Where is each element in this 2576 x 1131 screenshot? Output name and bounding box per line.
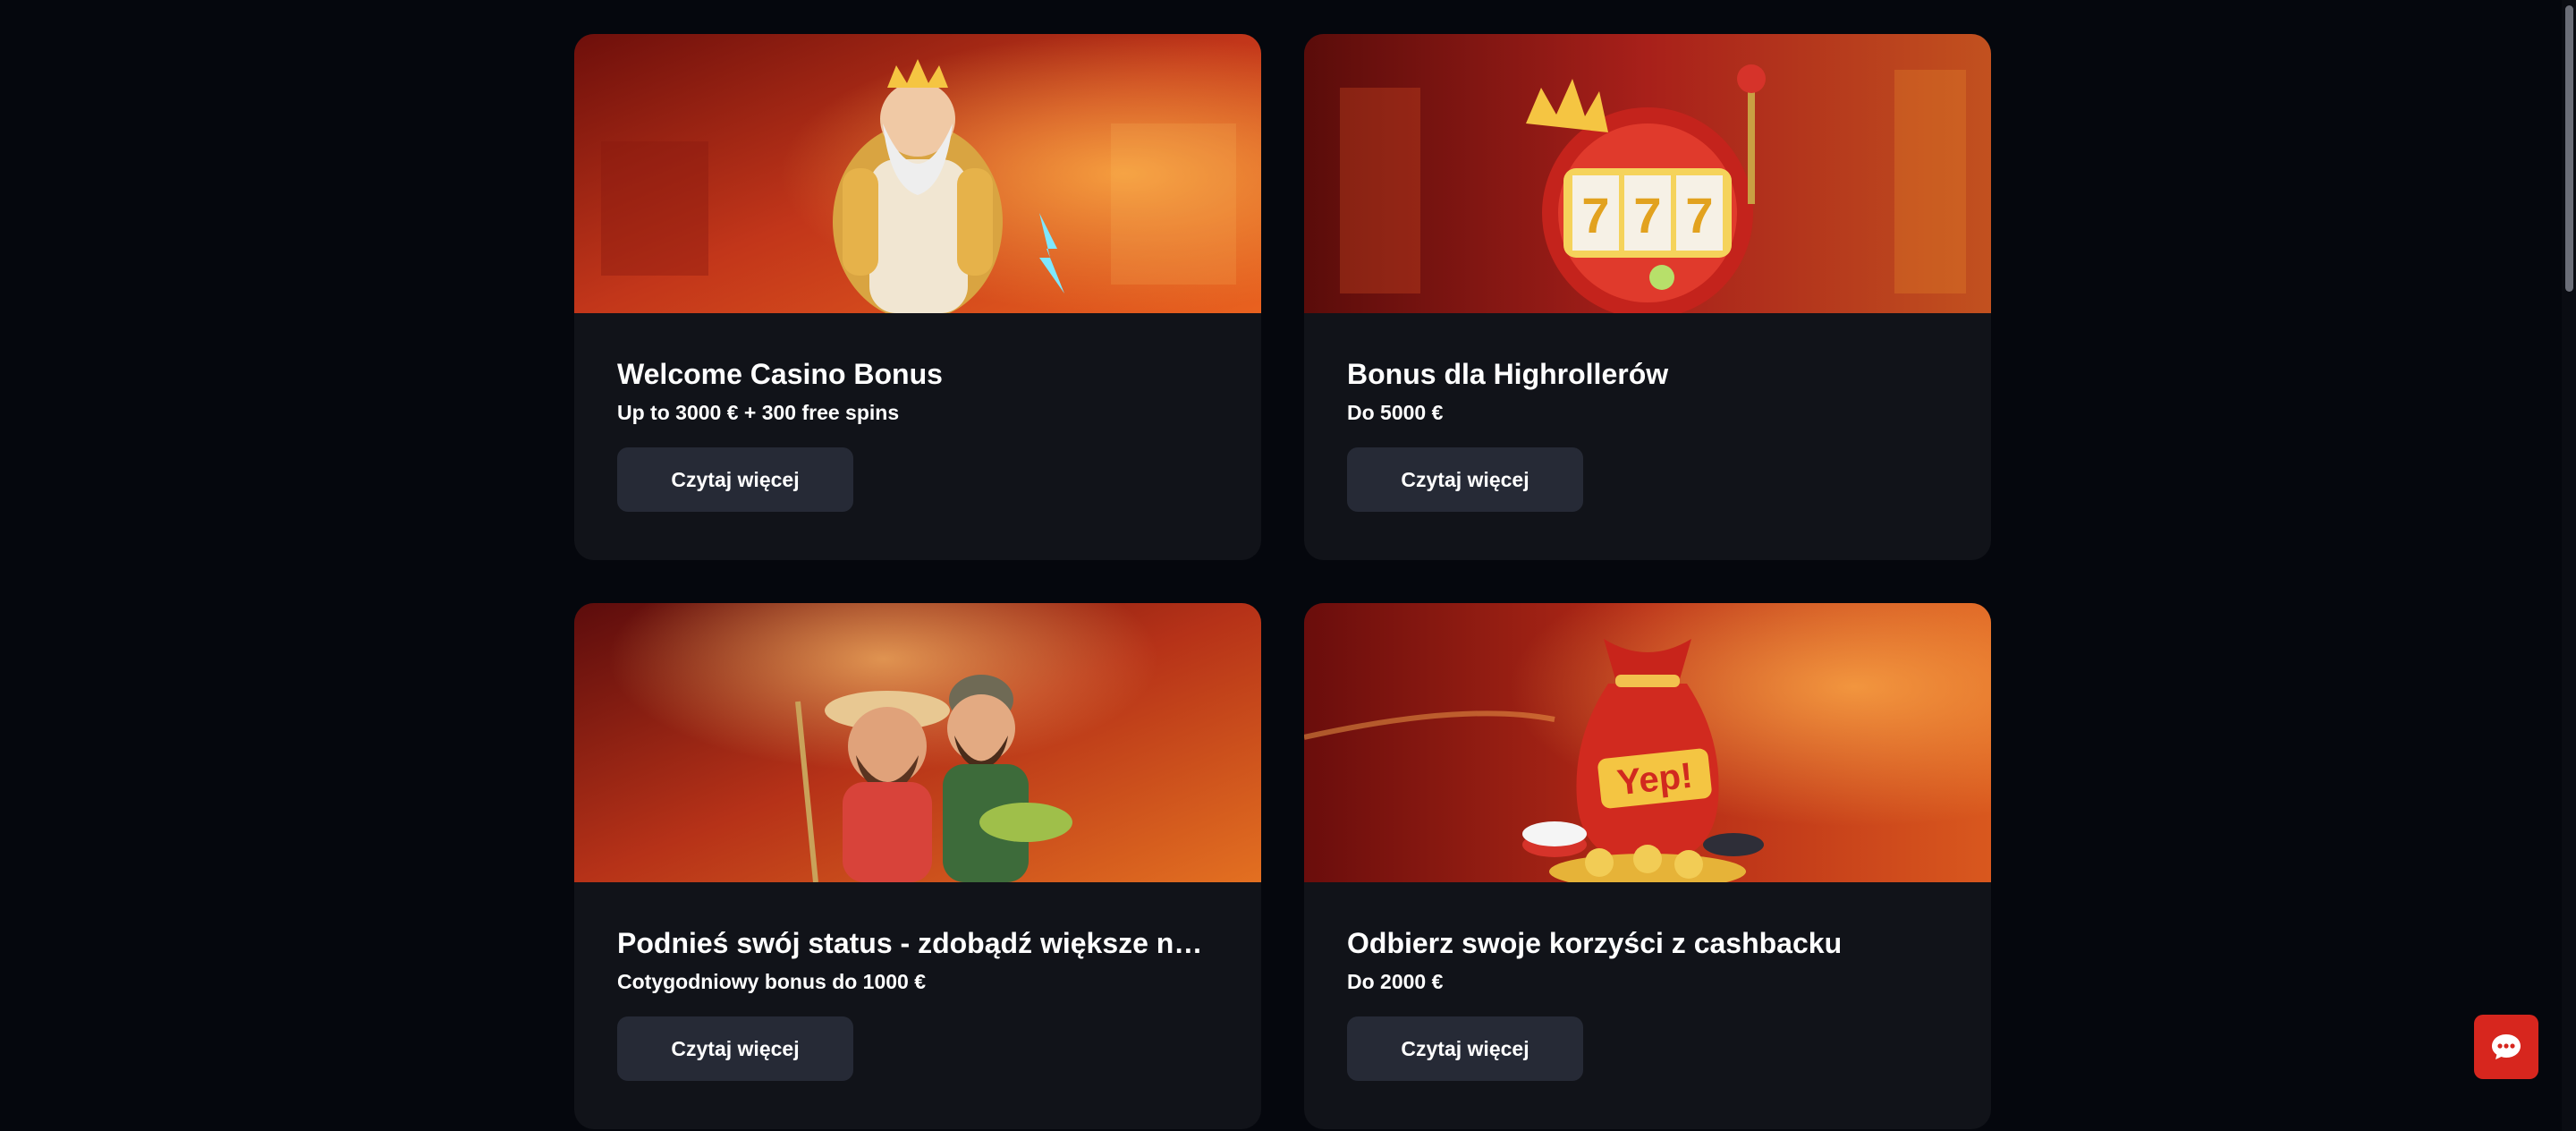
promo-card-cashback: Yep! Odbierz swoje korzyści z cashbacku …: [1304, 603, 1991, 1129]
promo-title: Bonus dla Highrollerów: [1347, 358, 1669, 390]
slot-machine-777-banner: 7 7 7: [1304, 34, 1991, 313]
read-more-button[interactable]: Czytaj więcej: [1347, 1016, 1583, 1081]
promotions-grid: Welcome Casino Bonus Up to 3000 € + 300 …: [574, 34, 1991, 1129]
promo-title: Podnieś swój status - zdobądź większe na…: [617, 927, 1218, 959]
promo-subtitle: Up to 3000 € + 300 free spins: [617, 401, 900, 424]
scrollbar-thumb[interactable]: [2565, 5, 2573, 292]
promo-title: Welcome Casino Bonus: [617, 358, 943, 390]
promo-title: Odbierz swoje korzyści z cashbacku: [1347, 927, 1843, 959]
live-chat-button[interactable]: [2474, 1015, 2538, 1079]
fishermen-characters-banner: [574, 603, 1261, 882]
read-more-button[interactable]: Czytaj więcej: [617, 447, 853, 512]
promotions-page: Welcome Casino Bonus Up to 3000 € + 300 …: [0, 0, 2576, 1131]
promo-card-highroller: 7 7 7 Bonus dla Highrollerów Do 5000 € C…: [1304, 34, 1991, 560]
zeus-character-banner: [574, 34, 1261, 313]
read-more-button[interactable]: Czytaj więcej: [617, 1016, 853, 1081]
page-scrollbar[interactable]: [2562, 0, 2576, 1131]
yep-bag-label: Yep!: [1615, 756, 1695, 804]
promo-card-body: Welcome Casino Bonus Up to 3000 € + 300 …: [574, 313, 1261, 512]
svg-text:7: 7: [1685, 187, 1713, 243]
promo-subtitle: Do 5000 €: [1347, 401, 1444, 424]
promo-subtitle: Cotygodniowy bonus do 1000 €: [617, 970, 927, 993]
promo-card-body: Podnieś swój status - zdobądź większe na…: [574, 882, 1261, 1081]
promo-card-welcome: Welcome Casino Bonus Up to 3000 € + 300 …: [574, 34, 1261, 560]
promo-subtitle: Do 2000 €: [1347, 970, 1444, 993]
read-more-button[interactable]: Czytaj więcej: [1347, 447, 1583, 512]
chat-bubble-icon: [2492, 1034, 2521, 1059]
promo-card-body: Bonus dla Highrollerów Do 5000 € Czytaj …: [1304, 313, 1991, 512]
money-bag-banner: Yep!: [1304, 603, 1991, 882]
svg-text:7: 7: [1581, 187, 1609, 243]
promo-card-status: Podnieś swój status - zdobądź większe na…: [574, 603, 1261, 1129]
promo-card-body: Odbierz swoje korzyści z cashbacku Do 20…: [1304, 882, 1991, 1081]
svg-text:7: 7: [1633, 187, 1661, 243]
